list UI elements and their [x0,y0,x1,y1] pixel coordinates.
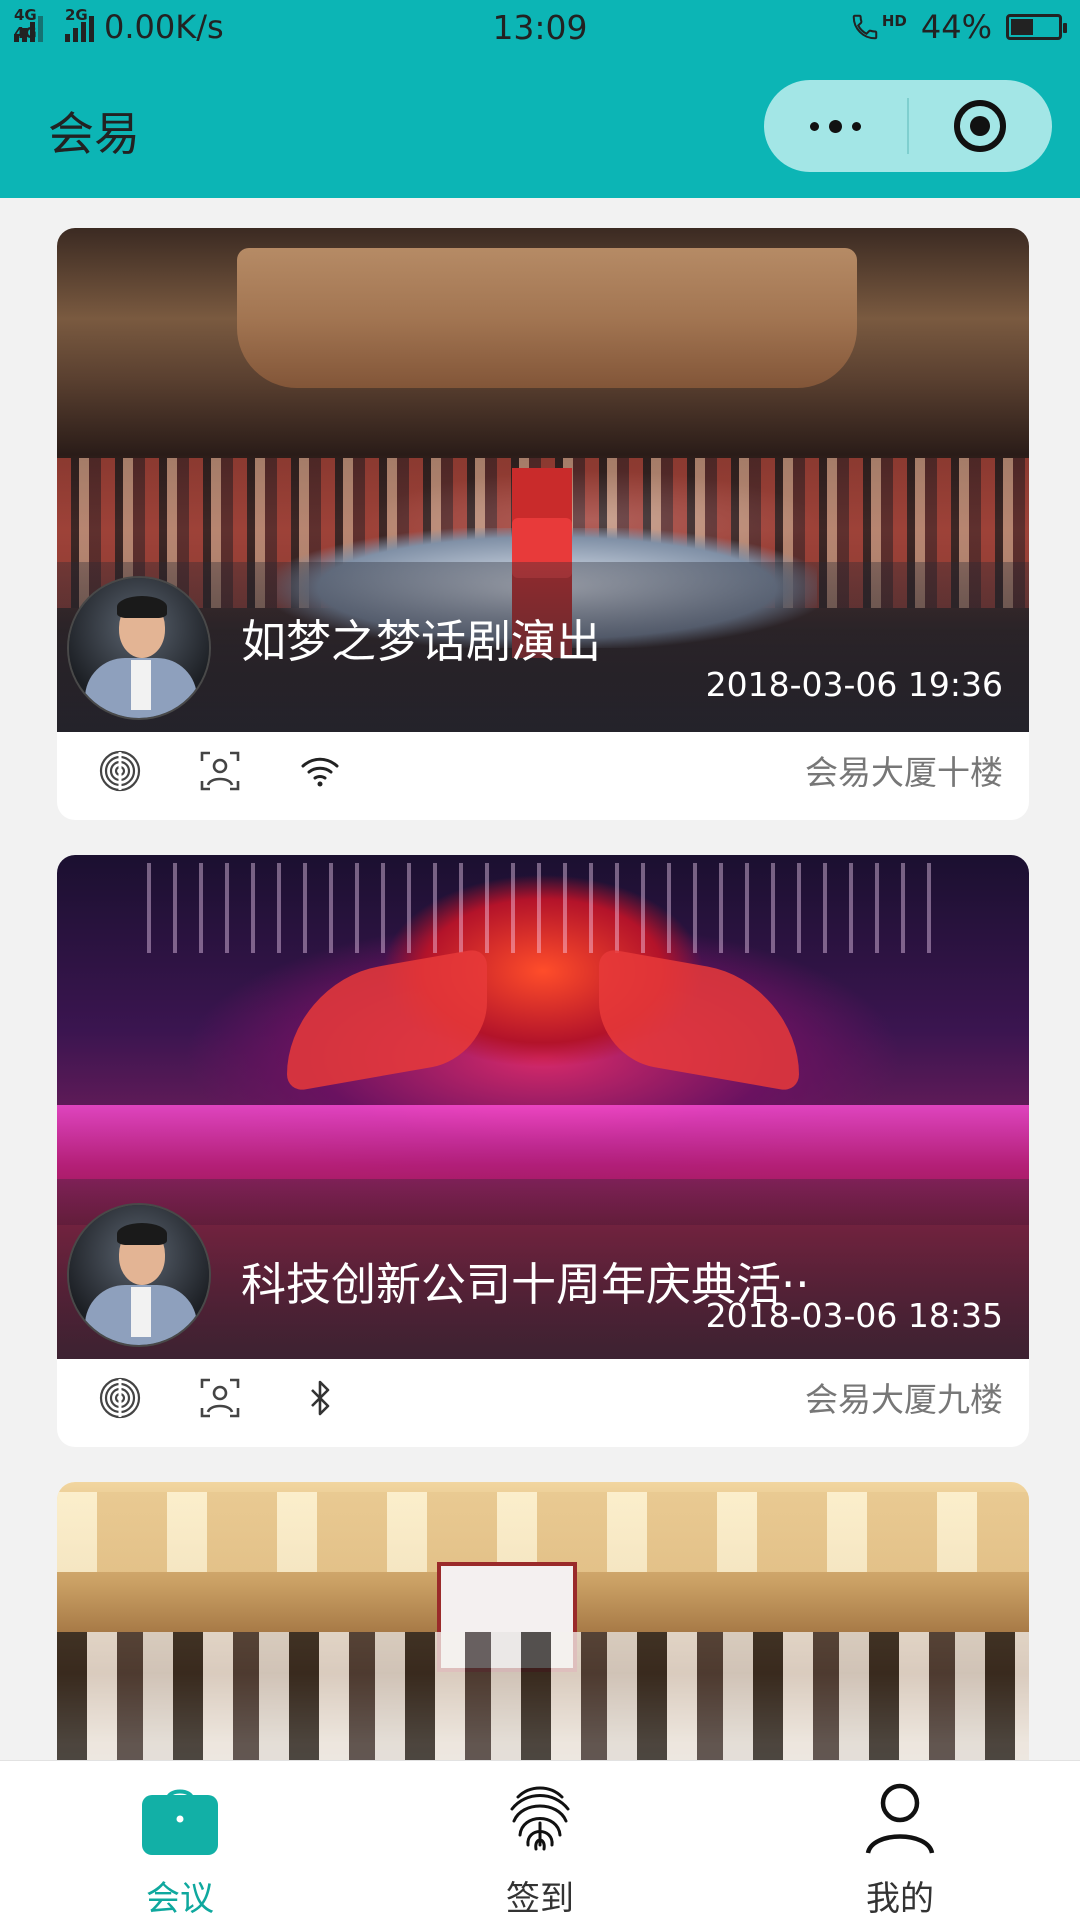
event-venue: 会易大厦九楼 [805,1380,1003,1419]
person-icon [858,1777,942,1857]
event-venue: 会易大厦十楼 [805,753,1003,792]
wifi-icon [297,748,343,794]
app-header: 4G 4G 2G 0.00K/s 13:09 HD 44% 会易 [0,0,1080,198]
checkin-methods [97,748,343,794]
battery-icon [1006,14,1067,40]
face-scan-icon [197,748,243,794]
tab-checkin[interactable]: 签到 [360,1761,720,1920]
status-bar: 4G 4G 2G 0.00K/s 13:09 HD 44% [0,0,1080,58]
briefcase-icon [138,1777,222,1857]
more-dots-icon[interactable] [764,80,907,172]
battery-percent: 44% [920,8,992,46]
tab-profile[interactable]: 我的 [720,1761,1080,1920]
event-photo[interactable]: 科技创新公司十周年庆典活·· 2018-03-06 18:35 [57,855,1029,1359]
event-card[interactable]: 科技创新公司十周年庆典活·· 2018-03-06 18:35 会易大厦九楼 [57,855,1029,1447]
conference-hall-photo [57,1482,1029,1760]
tab-label: 签到 [506,1879,574,1919]
fingerprint-icon [97,748,143,794]
status-right: HD 44% [850,8,1067,46]
event-card[interactable]: 如梦之梦话剧演出 2018-03-06 19:36 会易大厦十楼 [57,228,1029,820]
fingerprint-icon [498,1777,582,1857]
event-time: 2018-03-06 19:36 [705,665,1003,704]
tab-label: 会议 [146,1879,214,1919]
page-title: 会易 [48,107,140,161]
hd-tag: HD [881,12,907,30]
target-circle-icon[interactable] [909,80,1052,172]
avatar [67,576,211,720]
event-card[interactable] [57,1482,1029,1760]
hd-call-icon: HD [850,12,907,42]
event-time: 2018-03-06 18:35 [705,1296,1003,1335]
face-scan-icon [197,1375,243,1421]
fingerprint-icon [97,1375,143,1421]
tab-label: 我的 [866,1879,934,1919]
mini-program-capsule [764,80,1052,172]
checkin-methods [97,1375,343,1421]
bluetooth-icon [297,1375,343,1421]
tab-meetings[interactable]: 会议 [0,1761,360,1920]
event-info-bar: 会易大厦九楼 [57,1359,1029,1447]
event-info-bar: 会易大厦十楼 [57,732,1029,820]
tab-bar: 会议 签到 我的 [0,1760,1080,1920]
event-title: 如梦之梦话剧演出 [241,615,602,668]
event-photo[interactable]: 如梦之梦话剧演出 2018-03-06 19:36 [57,228,1029,732]
event-feed[interactable]: 如梦之梦话剧演出 2018-03-06 19:36 会易大厦十楼 科技创新公司十… [0,198,1080,1760]
event-photo[interactable] [57,1482,1029,1760]
avatar [67,1203,211,1347]
battery-fill [1011,19,1033,35]
